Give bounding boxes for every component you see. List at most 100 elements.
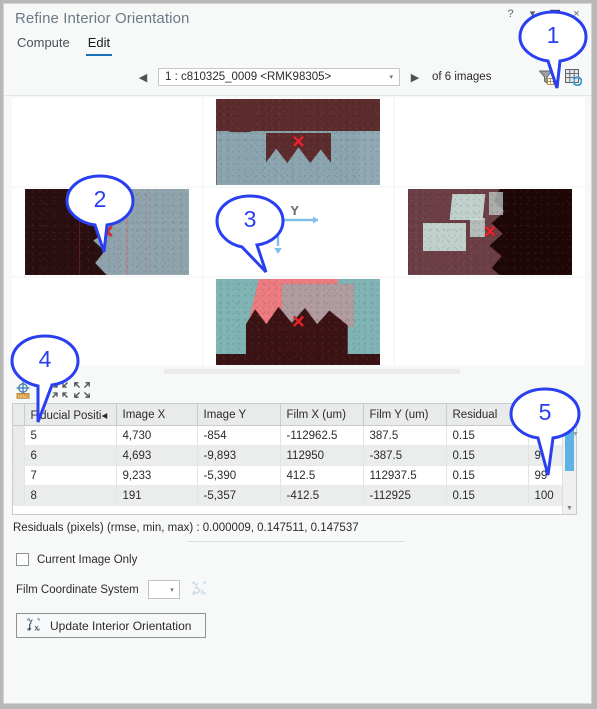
cell-image-x: 191 [116,485,198,506]
scroll-collapse-icon[interactable]: ▼ [569,428,582,440]
table-vertical-scrollbar[interactable]: ▲ ▼ [562,404,576,514]
previous-image-button[interactable]: ◀ [135,69,151,85]
image-count-label: of 6 images [432,71,492,83]
current-image-only-label: Current Image Only [37,553,138,566]
thumbnail-grid: ✕ ✕ Y X ✕ ✕ [12,98,585,366]
thumbnail-panel: ✕ ✕ Y X ✕ ✕ [4,95,591,377]
fiducial-image-top: ✕ [216,99,381,185]
col-film-y[interactable]: Film Y (um) [363,404,447,426]
cell-image-y: -9,893 [197,445,281,466]
col-fiducial-position[interactable]: Fiducial Positi◂ [24,404,117,426]
cell-residual: 0.15 [446,485,529,506]
thumbnail-horizontal-scrollbar[interactable] [4,365,591,377]
col-residual[interactable]: Residual [446,404,529,426]
tab-compute[interactable]: Compute [15,34,72,56]
scroll-down-icon[interactable]: ▼ [563,502,576,514]
thumbnail-cell-middle-left[interactable]: ✕ [12,188,202,276]
svg-text:X: X [262,225,272,241]
table-toolbar [4,377,591,403]
cell-film-y: -112925 [363,485,447,506]
dock-icon[interactable] [548,7,561,21]
collapse-arrows-icon[interactable] [49,379,71,401]
fiducial-table: Fiducial Positi◂ Image X Image Y Film X … [12,403,577,515]
table-row[interactable]: 7 9,233 -5,390 412.5 112937.5 0.15 99 [13,465,576,486]
row-selector[interactable] [13,485,25,506]
thumbnail-cell-top-right[interactable] [395,98,585,186]
measure-fiducial-icon[interactable] [12,379,34,401]
film-coordinate-system-edit-icon: Y X [189,578,209,601]
film-coordinate-system-label: Film Coordinate System [16,583,139,596]
thumbnail-cell-bottom-right[interactable] [395,278,585,366]
row-selector[interactable] [13,425,25,446]
close-icon[interactable]: × [570,7,583,21]
thumbnail-cell-center-axis[interactable]: Y X [203,188,394,276]
refine-interior-orientation-window: Refine Interior Orientation ? ▾ × Comput… [3,3,592,704]
film-coordinate-system-row: Film Coordinate System ▾ Y X [16,578,591,601]
cell-image-y: -5,390 [197,465,281,486]
scrollbar-thumb[interactable] [565,417,574,471]
cell-image-x: 9,233 [116,465,198,486]
cell-fiducial-position: 7 [24,465,117,486]
current-image-only-checkbox[interactable] [16,553,29,566]
cell-residual: 0.15 [446,425,529,446]
fiducial-image-left: ✕ [24,189,189,275]
window-controls: ? ▾ × [504,7,583,21]
cell-fiducial-position: 8 [24,485,117,506]
thumbnail-cell-bottom-left[interactable] [12,278,202,366]
cell-film-x: 412.5 [280,465,364,486]
row-selector[interactable] [13,445,25,466]
tab-edit[interactable]: Edit [85,34,113,56]
cell-residual: 0.15 [446,465,529,486]
cell-image-x: 4,693 [116,445,198,466]
thumbnail-cell-bottom-center[interactable]: ✕ [203,278,394,366]
fiducial-image-bottom: ✕ [216,279,381,365]
toolbar-separator [41,382,42,398]
help-icon[interactable]: ? [504,7,517,21]
film-axis-indicator: Y X [260,202,336,258]
residuals-summary: Residuals (pixels) (rmse, min, max) : 0.… [13,522,359,534]
current-image-only-row[interactable]: Current Image Only [16,553,591,566]
cell-residual: 0.15 [446,445,529,466]
update-orientation-icon: Y X [24,615,43,637]
table-row[interactable]: 5 4,730 -854 -112962.5 387.5 0.15 99 [13,425,576,446]
fiducial-image-right: ✕ [408,189,573,275]
chevron-down-icon: ▾ [389,74,393,81]
thumbnail-cell-middle-right[interactable]: ✕ [395,188,585,276]
col-film-x[interactable]: Film X (um) [280,404,364,426]
image-selector-value: 1 : c810325_0009 <RMK98305> [165,71,332,83]
cell-film-y: 112937.5 [363,465,447,486]
table-row[interactable]: 8 191 -5,357 -412.5 -112925 0.15 100 [13,485,576,506]
col-image-y[interactable]: Image Y [197,404,281,426]
tab-bar: Compute Edit [4,34,591,62]
cell-film-x: -412.5 [280,485,364,506]
col-image-x[interactable]: Image X [116,404,198,426]
cell-image-x: 4,730 [116,425,198,446]
fiducial-table-grid: Fiducial Positi◂ Image X Image Y Film X … [13,404,576,506]
title-bar: Refine Interior Orientation ? ▾ × [4,4,591,34]
film-coordinate-system-dropdown[interactable]: ▾ [147,580,180,599]
menu-caret-icon[interactable]: ▾ [526,7,539,21]
cell-image-y: -5,357 [197,485,281,506]
chevron-down-icon: ▾ [170,586,174,594]
expand-arrows-icon[interactable] [71,379,93,401]
image-selector-combobox[interactable]: 1 : c810325_0009 <RMK98305> ▾ [158,68,400,86]
page-title: Refine Interior Orientation [15,10,190,27]
cell-film-x: 112950 [280,445,364,466]
next-image-button[interactable]: ▶ [407,69,423,85]
cell-fiducial-position: 5 [24,425,117,446]
cell-film-y: -387.5 [363,445,447,466]
scrollbar-thumb[interactable] [164,369,460,374]
thumbnail-cell-top-center[interactable]: ✕ [203,98,394,186]
cell-film-x: -112962.5 [280,425,364,446]
filter-icon[interactable] [537,68,555,86]
scroll-up-icon[interactable]: ▲ [563,404,576,416]
section-divider [187,541,405,542]
refresh-table-icon[interactable] [564,68,583,87]
navigation-icon-group [537,68,583,87]
table-row[interactable]: 6 4,693 -9,893 112950 -387.5 0.15 97 [13,445,576,466]
update-interior-orientation-label: Update Interior Orientation [50,618,192,633]
row-selector[interactable] [13,465,25,486]
svg-text:X: X [200,589,205,596]
update-interior-orientation-button[interactable]: Y X Update Interior Orientation [16,613,206,638]
thumbnail-cell-top-left[interactable] [12,98,202,186]
